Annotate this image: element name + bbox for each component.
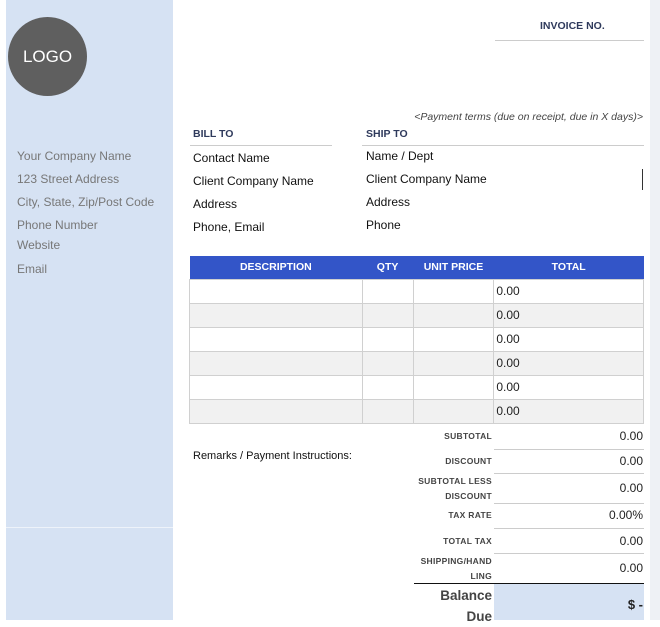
col-description: DESCRIPTION bbox=[189, 256, 363, 279]
unit-price-cell[interactable] bbox=[412, 278, 495, 304]
table-row: 0.00 bbox=[189, 374, 644, 400]
table-row: 0.00 bbox=[189, 278, 644, 304]
payment-terms[interactable]: <Payment terms (due on receipt, due in X… bbox=[414, 111, 643, 123]
divider bbox=[494, 449, 644, 450]
bill-to-label: BILL TO bbox=[193, 128, 234, 140]
company-email[interactable]: Email bbox=[17, 262, 47, 276]
company-website[interactable]: Website bbox=[17, 238, 60, 252]
total-cell[interactable]: 0.00 bbox=[493, 350, 644, 376]
total-tax-label: TOTAL TAX bbox=[443, 536, 492, 546]
table-row: 0.00 bbox=[189, 326, 644, 352]
ship-name[interactable]: Name / Dept bbox=[366, 149, 433, 163]
total-cell[interactable]: 0.00 bbox=[493, 398, 644, 424]
ship-company[interactable]: Client Company Name bbox=[366, 172, 487, 186]
total-tax-value: 0.00 bbox=[619, 534, 643, 548]
ship-phone[interactable]: Phone bbox=[366, 218, 401, 232]
table-row: 0.00 bbox=[189, 398, 644, 424]
qty-cell[interactable] bbox=[361, 350, 414, 376]
unit-price-cell[interactable] bbox=[412, 398, 495, 424]
ship-address[interactable]: Address bbox=[366, 195, 410, 209]
ship-to-divider bbox=[362, 145, 644, 146]
remarks-label[interactable]: Remarks / Payment Instructions: bbox=[193, 450, 352, 462]
unit-price-cell[interactable] bbox=[412, 302, 495, 328]
description-cell[interactable] bbox=[189, 374, 363, 400]
tax-rate-value[interactable]: 0.00% bbox=[523, 508, 643, 522]
discount-label: DISCOUNT bbox=[445, 456, 492, 466]
bill-address[interactable]: Address bbox=[193, 197, 237, 211]
shipping-value[interactable]: 0.00 bbox=[523, 561, 643, 575]
unit-price-cell[interactable] bbox=[412, 374, 495, 400]
subtotal-value: 0.00 bbox=[619, 429, 643, 443]
description-cell[interactable] bbox=[189, 278, 363, 304]
total-cell[interactable]: 0.00 bbox=[493, 326, 644, 352]
company-name[interactable]: Your Company Name bbox=[17, 149, 131, 163]
text-cursor bbox=[642, 169, 643, 190]
shipping-label-2: LING bbox=[470, 571, 492, 581]
description-cell[interactable] bbox=[189, 398, 363, 424]
balance-due-label-2: Due bbox=[466, 609, 492, 624]
qty-cell[interactable] bbox=[361, 398, 414, 424]
scrollbar-strip[interactable] bbox=[650, 0, 660, 620]
company-phone[interactable]: Phone Number bbox=[17, 218, 98, 232]
bill-phone-email[interactable]: Phone, Email bbox=[193, 220, 264, 234]
description-cell[interactable] bbox=[189, 326, 363, 352]
total-cell[interactable]: 0.00 bbox=[493, 302, 644, 328]
balance-due-value: $ - bbox=[627, 597, 643, 612]
bill-company[interactable]: Client Company Name bbox=[193, 174, 314, 188]
qty-cell[interactable] bbox=[361, 326, 414, 352]
qty-cell[interactable] bbox=[361, 302, 414, 328]
sidebar-divider bbox=[6, 527, 173, 528]
invoice-no-field[interactable] bbox=[495, 40, 644, 41]
company-city[interactable]: City, State, Zip/Post Code bbox=[17, 195, 154, 209]
divider bbox=[494, 553, 644, 554]
invoice-no-label: INVOICE NO. bbox=[540, 20, 605, 32]
bill-to-divider bbox=[190, 145, 332, 146]
col-total: TOTAL bbox=[493, 256, 644, 279]
table-row: 0.00 bbox=[189, 302, 644, 328]
divider bbox=[494, 473, 644, 474]
table-row: 0.00 bbox=[189, 350, 644, 376]
unit-price-cell[interactable] bbox=[412, 326, 495, 352]
logo-placeholder[interactable]: LOGO bbox=[8, 17, 87, 96]
col-qty: QTY bbox=[362, 256, 414, 279]
subtotal-less-value: 0.00 bbox=[619, 481, 643, 495]
line-items-table: DESCRIPTION QTY UNIT PRICE TOTAL 0.00 0.00 … bbox=[189, 256, 644, 424]
qty-cell[interactable] bbox=[361, 374, 414, 400]
unit-price-cell[interactable] bbox=[412, 350, 495, 376]
col-unit-price: UNIT PRICE bbox=[413, 256, 494, 279]
subtotal-less-label-2: DISCOUNT bbox=[445, 491, 492, 501]
qty-cell[interactable] bbox=[361, 278, 414, 304]
subtotal-less-label-1: SUBTOTAL LESS bbox=[418, 476, 492, 486]
discount-value[interactable]: 0.00 bbox=[523, 454, 643, 468]
sidebar bbox=[6, 0, 173, 620]
total-cell[interactable]: 0.00 bbox=[493, 374, 644, 400]
divider bbox=[494, 503, 644, 504]
balance-due-label-1: Balance bbox=[440, 588, 492, 603]
ship-to-label: SHIP TO bbox=[366, 128, 408, 140]
description-cell[interactable] bbox=[189, 302, 363, 328]
bill-contact[interactable]: Contact Name bbox=[193, 151, 270, 165]
total-cell[interactable]: 0.00 bbox=[493, 278, 644, 304]
logo-text: LOGO bbox=[22, 46, 73, 66]
tax-rate-label: TAX RATE bbox=[448, 510, 492, 520]
subtotal-label: SUBTOTAL bbox=[444, 431, 492, 441]
shipping-label-1: SHIPPING/HAND bbox=[420, 556, 492, 566]
divider bbox=[494, 528, 644, 529]
description-cell[interactable] bbox=[189, 350, 363, 376]
company-address[interactable]: 123 Street Address bbox=[17, 172, 119, 186]
